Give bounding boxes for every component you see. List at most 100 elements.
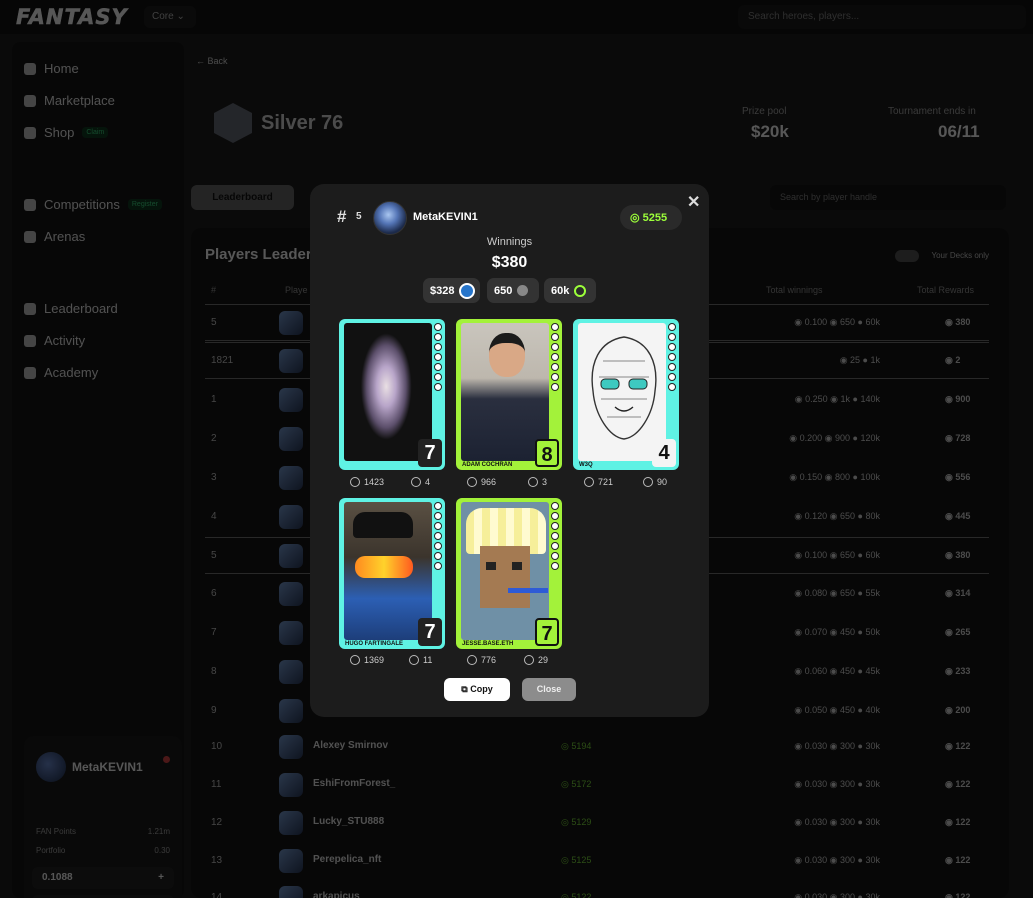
app-logo[interactable]: FANTASY [16,5,128,30]
sidebar-item-home[interactable]: Home [24,61,79,76]
row-rank: 14 [211,892,223,898]
score-icon [350,477,360,487]
card-stars [434,323,442,391]
sidebar-item-leaderboard[interactable]: Leaderboard [24,301,118,316]
row-rewards: ◉ 122 [945,817,971,827]
register-badge: Register [127,199,162,210]
card-medals: 4 [411,477,430,487]
card-name: ADAM COCHRAN [460,462,515,468]
your-decks-toggle[interactable] [895,250,919,262]
row-rewards: ◉ 314 [945,588,971,598]
close-button[interactable]: Close [522,678,576,701]
card-medals: 3 [528,477,547,487]
row-score: ◎ 5172 [561,779,592,789]
row-rewards: ◉ 233 [945,666,971,676]
card-score: 1423 [350,477,384,487]
row-winnings: ◉ 0.100 ◉ 650 ● 60k [794,317,880,327]
row-rewards: ◉ 122 [945,741,971,751]
row-rewards: ◉ 556 [945,472,971,482]
close-icon[interactable]: ✕ [687,192,700,212]
sidebar-item-activity[interactable]: Activity [24,333,85,348]
hero-card[interactable]: 4 W3Q [573,319,679,470]
row-winnings: ◉ 0.030 ◉ 300 ● 30k [794,892,880,898]
chain-selector[interactable]: Core ⌄ [144,6,196,28]
avatar [279,427,303,451]
usdc-coin-icon [459,282,476,299]
user-card[interactable]: MetaKEVIN1 FAN Points 1.21m Portfolio 0.30… [24,736,182,898]
hero-card[interactable]: 7 HUGO FARTINGALE [339,498,445,649]
eth-balance-value: 0.1088 [42,872,73,883]
card-score: 721 [584,477,613,487]
hero-card[interactable]: 7 [339,319,445,470]
sidebar-item-arenas[interactable]: Arenas [24,229,85,244]
score-icon [467,477,477,487]
player-name[interactable]: MetaKEVIN1 [413,211,478,223]
table-row[interactable]: 14 arkapicus ◎ 5122 ◉ 0.030 ◉ 300 ● 30k ◉ 12… [205,880,989,898]
sidebar-item-label: Shop [44,125,75,140]
card-score-value: 1369 [364,655,385,665]
reward-pill-usdc: $328 [423,278,480,303]
row-score: ◎ 5122 [561,892,592,898]
card-medals-value: 3 [542,477,548,487]
portrait-face [489,333,525,377]
lion-drawing [591,336,657,440]
prize-pool-label: Prize pool [742,106,787,117]
medal-icon [411,477,421,487]
hero-card[interactable]: 8 ADAM COCHRAN [456,319,562,470]
avatar [279,660,303,684]
fan-points-row: FAN Points 1.21m [36,827,170,836]
plus-icon[interactable]: + [158,872,164,884]
sidebar-item-label: Marketplace [44,93,115,108]
row-rank: 5 [211,317,217,328]
sidebar-item-competitions[interactable]: Competitions Register [24,197,162,212]
panel-title: Players Leader [205,246,312,263]
tab-leaderboard[interactable]: Leaderboard [191,185,294,210]
row-rank: 6 [211,588,217,599]
col-winnings: Total winnings [766,285,823,295]
global-search-input[interactable]: Search heroes, players... [738,5,1026,29]
eth-balance[interactable]: 0.1088 + [32,867,174,889]
avatar [279,466,303,490]
row-rank: 13 [211,855,223,866]
row-player-name: arkapicus [313,891,360,898]
player-search-input[interactable]: Search by player handle [770,185,1006,210]
avatar [279,582,303,606]
hero-card[interactable]: 7 JESSE.BASE.ETH [456,498,562,649]
card-level: 4 [652,439,676,467]
row-rank: 4 [211,511,217,522]
winnings-value: $380 [491,254,528,271]
sidebar-item-academy[interactable]: Academy [24,365,98,380]
user-name: MetaKEVIN1 [72,760,143,774]
winnings-label: Winnings [486,236,533,248]
back-link[interactable]: ← Back [196,56,228,66]
row-rewards: ◉ 380 [945,550,971,560]
table-row[interactable]: 12 Lucky_STU888 ◎ 5129 ◉ 0.030 ◉ 300 ● 30k ◉… [205,805,989,842]
row-winnings: ◉ 0.030 ◉ 300 ● 30k [794,817,880,827]
avatar [279,773,303,797]
row-score: ◎ 5129 [561,817,592,827]
your-decks-label: Your Decks only [931,251,989,260]
avatar [279,505,303,529]
row-winnings: ◉ 0.030 ◉ 300 ● 30k [794,741,880,751]
copy-button[interactable]: ⧉ Copy [444,678,510,701]
fan-points-value: 1.21m [147,827,170,836]
table-row[interactable]: 10 Alexey Smirnov ◎ 5194 ◉ 0.030 ◉ 300 ● 30… [205,729,989,766]
sidebar-item-label: Home [44,61,79,76]
avatar [279,388,303,412]
sidebar-item-label: Arenas [44,229,86,244]
card-stars [668,323,676,391]
tournament-ends-value: 06/11 [938,122,980,141]
table-row[interactable]: 13 Perepelica_nft ◎ 5125 ◉ 0.030 ◉ 300 ● 30… [205,843,989,880]
medal-icon [409,655,419,665]
card-score-value: 966 [481,477,497,487]
table-row[interactable]: 11 EshiFromForest_ ◎ 5172 ◉ 0.030 ◉ 300 ● 3… [205,767,989,804]
avatar [279,621,303,645]
player-rank: 5 [356,211,362,222]
academy-icon [24,366,36,379]
card-score: 776 [467,655,496,665]
sidebar-item-shop[interactable]: Shop Claim [24,125,109,140]
medal-icon [524,655,534,665]
card-medals-value: 90 [657,477,668,487]
sidebar-item-marketplace[interactable]: Marketplace [24,93,115,108]
status-dot [163,756,170,763]
